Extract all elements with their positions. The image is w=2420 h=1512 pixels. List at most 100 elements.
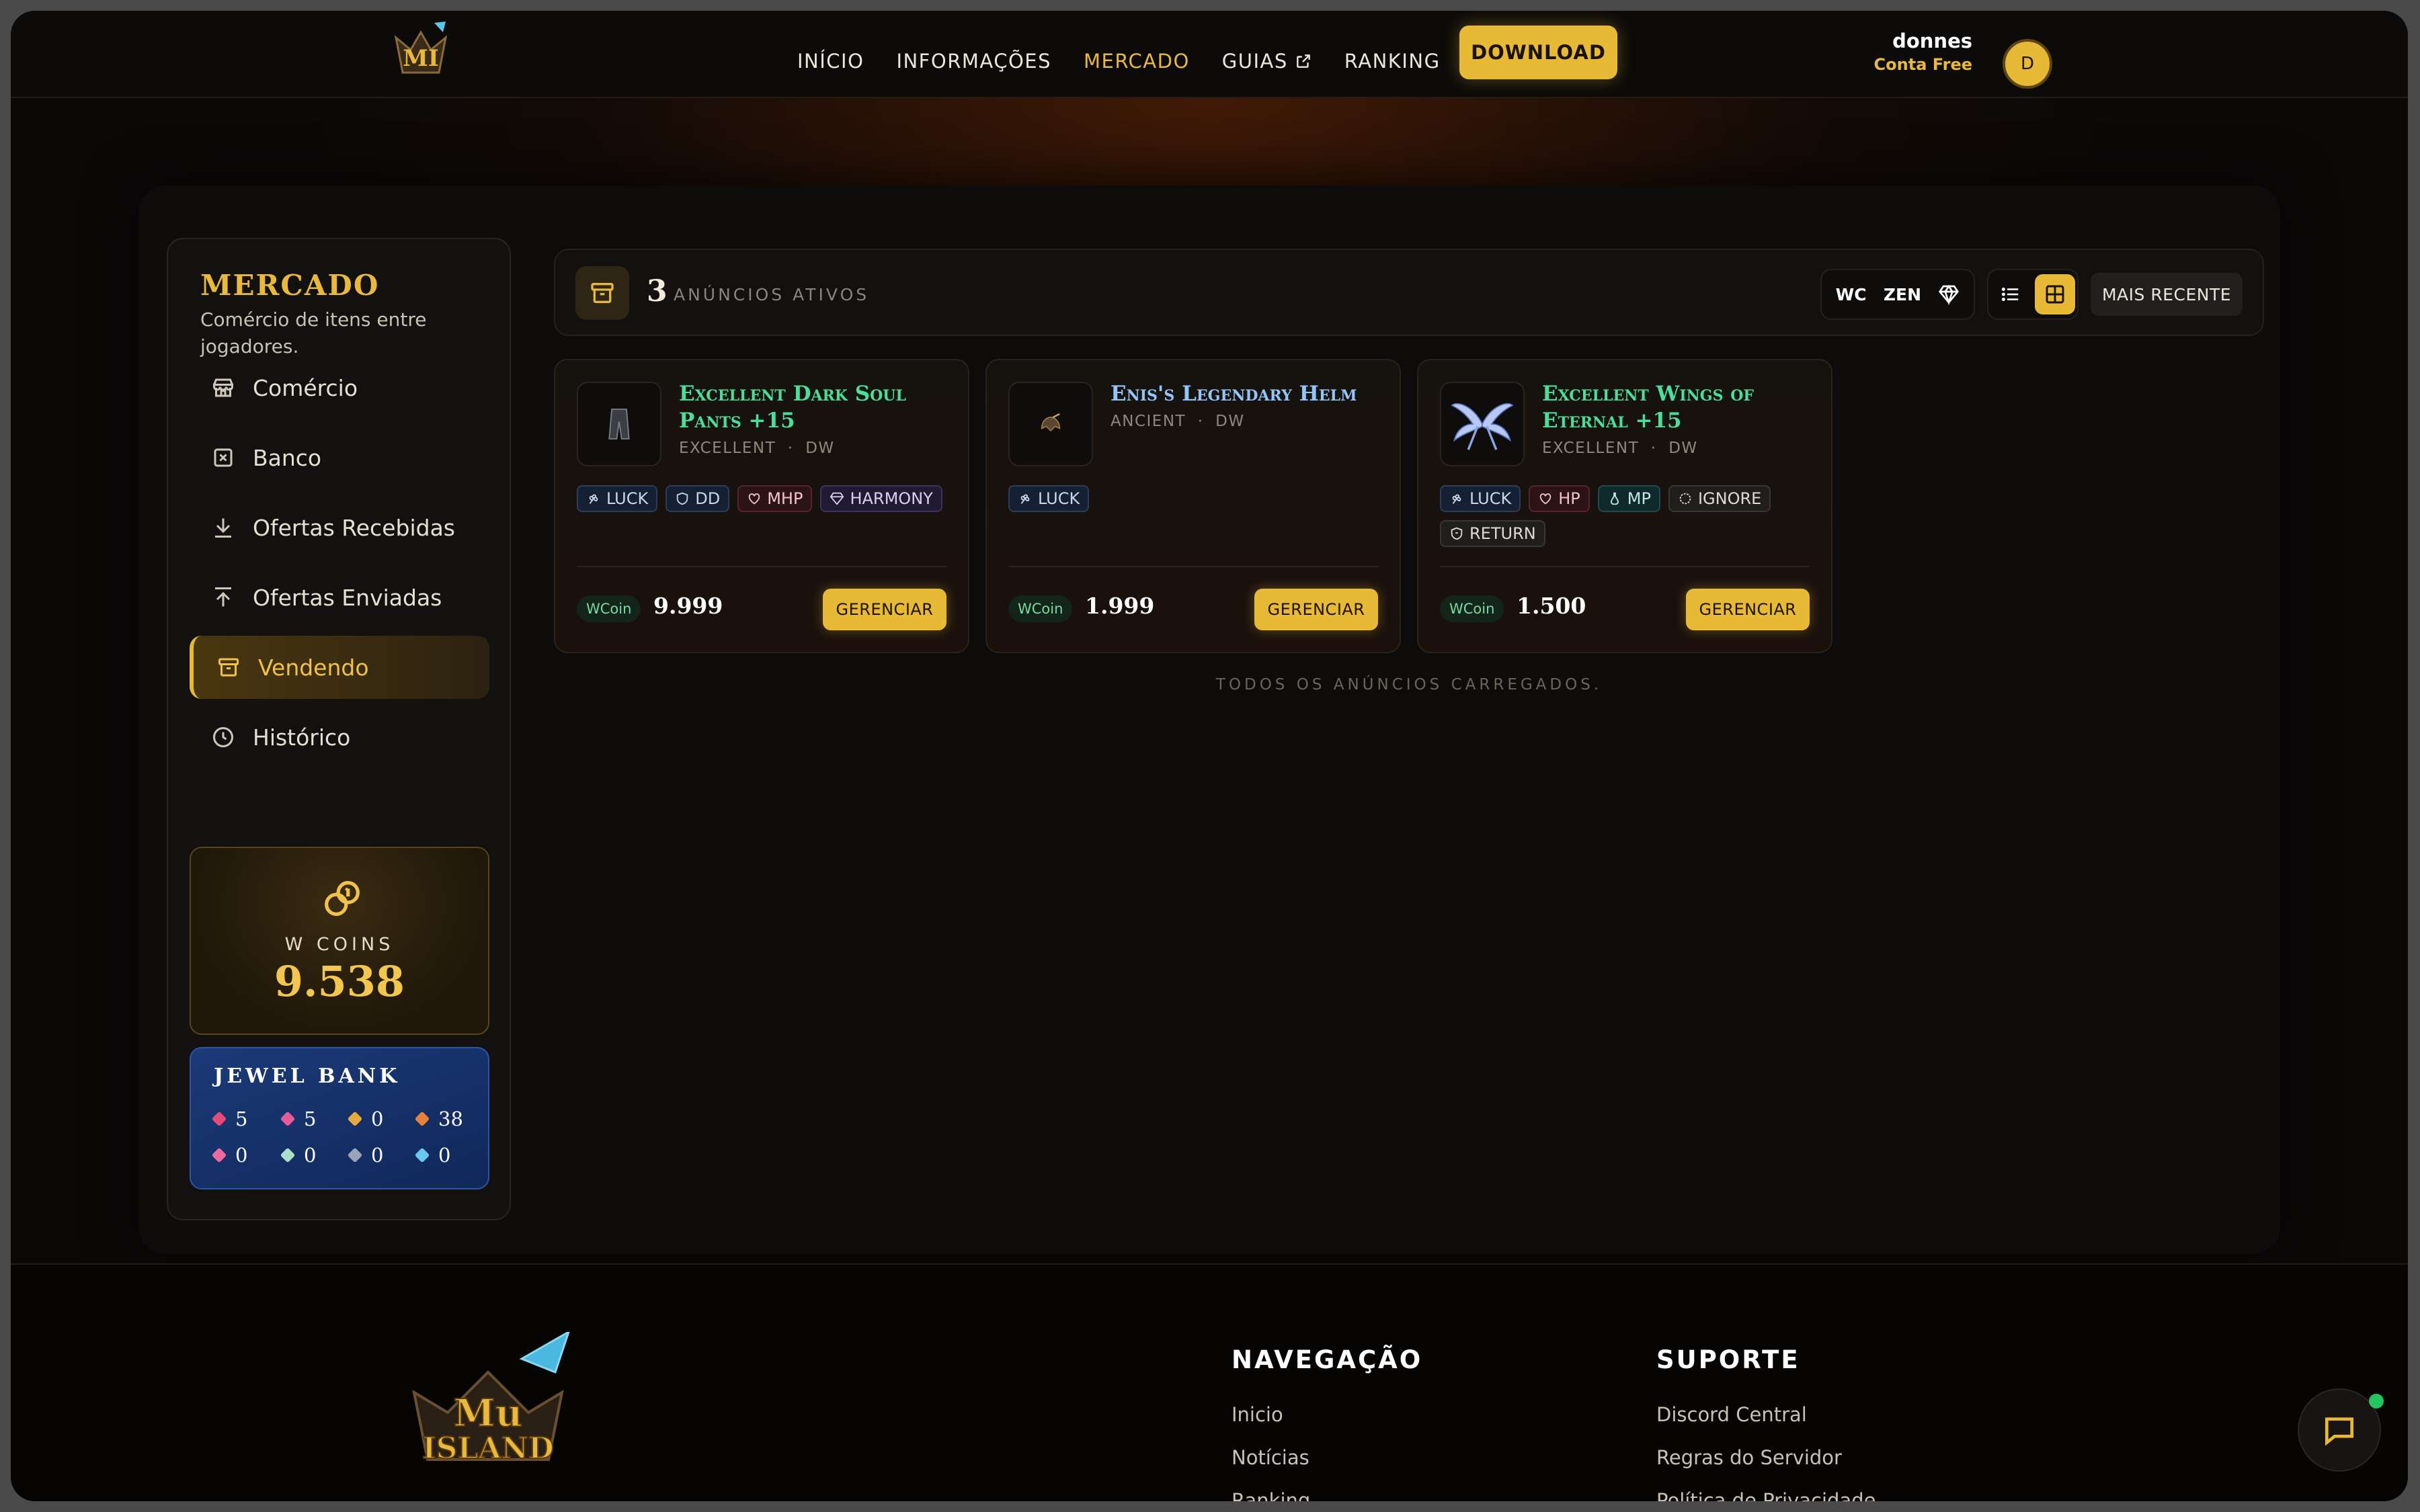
grid-view-button[interactable] (2035, 274, 2075, 314)
listing-card: Enis's Legendary Helm ANCIENT · DW LUCK … (985, 359, 1401, 653)
sidebar-item-comercio[interactable]: Comércio (190, 356, 489, 419)
shield-icon (1451, 527, 1463, 540)
footer-support-title: SUPORTE (1656, 1345, 1800, 1374)
option-tag: IGNORE (1668, 485, 1771, 512)
item-title[interactable]: Enis's Legendary Helm (1111, 380, 1386, 407)
download-button[interactable]: DOWNLOAD (1459, 26, 1617, 79)
option-tag: RETURN (1440, 520, 1545, 547)
jewel-bank-title: JEWEL BANK (214, 1064, 401, 1088)
mu-island-logo[interactable]: Mu ISLAND (387, 1332, 589, 1480)
list-icon (2001, 288, 2019, 301)
footer-link-discord[interactable]: Discord Central (1656, 1403, 1807, 1426)
user-info[interactable]: donnes Conta Free (1874, 30, 1972, 74)
sidebar-item-label: Ofertas Enviadas (253, 584, 442, 611)
download-arrow-icon (215, 518, 231, 538)
item-price: 1.500 (1517, 593, 1586, 619)
sidebar-item-historico[interactable]: Histórico (190, 706, 489, 769)
nav-label: INÍCIO (797, 50, 864, 73)
grid-icon (2046, 285, 2064, 304)
market-sidebar: MERCADO Comércio de itens entre jogadore… (167, 238, 511, 1220)
nav-informacoes[interactable]: INFORMAÇÕES (896, 50, 1051, 73)
jewel-value: 38 (438, 1107, 463, 1130)
active-listings-count: 3 (647, 274, 668, 308)
nav-label: MERCADO (1084, 50, 1190, 73)
tag-label: RETURN (1469, 524, 1536, 543)
jewel-count: 5 (211, 1107, 247, 1130)
jewel-gem-icon (211, 1111, 227, 1127)
jewel-gem-icon (347, 1111, 363, 1127)
currency-wc-button[interactable]: WC (1836, 285, 1867, 304)
currency-zen-button[interactable]: ZEN (1884, 285, 1921, 304)
manage-button[interactable]: GERENCIAR (1686, 589, 1810, 630)
sidebar-item-vendendo[interactable]: Vendendo (190, 636, 489, 699)
nav-label: RANKING (1344, 50, 1441, 73)
svg-text:Mu: Mu (454, 1391, 523, 1435)
currency-badge: WCoin (1008, 595, 1073, 622)
sidebar-item-ofertas-recebidas[interactable]: Ofertas Recebidas (190, 496, 489, 559)
tag-label: IGNORE (1697, 489, 1762, 508)
sidebar-item-ofertas-enviadas[interactable]: Ofertas Enviadas (190, 566, 489, 629)
bank-icon (214, 448, 233, 467)
footer-link-inicio[interactable]: Inicio (1232, 1403, 1283, 1426)
upload-arrow-icon (215, 587, 231, 607)
all-listings-loaded-text: TODOS OS ANÚNCIOS CARREGADOS. (1215, 676, 1603, 694)
tag-label: LUCK (1469, 489, 1512, 508)
avatar[interactable]: D (2003, 39, 2052, 89)
item-type: EXCELLENT (679, 439, 776, 457)
jewel-count: 0 (347, 1107, 384, 1130)
sidebar-item-label: Vendendo (258, 654, 369, 681)
tag-label: HARMONY (850, 489, 933, 508)
nav-guias[interactable]: GUIAS (1222, 50, 1312, 73)
tag-label: MHP (767, 489, 803, 508)
nav-inicio[interactable]: INÍCIO (797, 50, 864, 73)
jewel-value: 0 (371, 1107, 384, 1130)
currency-badge: WCoin (1440, 595, 1504, 622)
option-tag: HARMONY (820, 485, 942, 512)
account-plan: Conta Free (1873, 55, 1972, 74)
option-tag: HP (1529, 485, 1590, 512)
listings-toolbar: 3 ANÚNCIOS ATIVOS WC ZEN MAIS RECENTE (554, 249, 2264, 336)
svg-text:ISLAND: ISLAND (422, 1431, 554, 1466)
currency-badge: WCoin (577, 595, 641, 622)
jewel-count: 38 (414, 1107, 463, 1130)
tag-label: MP (1627, 489, 1651, 508)
item-thumbnail (1008, 382, 1093, 466)
divider (1008, 566, 1378, 567)
jewel-count: 0 (414, 1144, 450, 1167)
heart-icon (1540, 493, 1551, 505)
username: donnes (1892, 30, 1972, 52)
sidebar-subtitle: Comércio de itens entre jogadores. (200, 308, 427, 358)
item-title[interactable]: Excellent Dark Soul Pants +15 (679, 380, 955, 434)
footer-link-regras[interactable]: Regras do Servidor (1656, 1446, 1842, 1469)
tag-label: LUCK (1038, 489, 1080, 508)
sidebar-item-label: Comércio (253, 374, 358, 401)
footer-link-privacidade[interactable]: Política de Privacidade (1656, 1489, 1876, 1501)
main-nav: INÍCIO INFORMAÇÕES MERCADO GUIAS RANKING (797, 34, 1473, 88)
item-meta: EXCELLENT · DW (1542, 439, 1698, 457)
footer-link-ranking[interactable]: Ranking (1232, 1489, 1310, 1501)
jewel-value: 5 (304, 1107, 317, 1130)
sidebar-item-banco[interactable]: Banco (190, 426, 489, 489)
nav-mercado[interactable]: MERCADO (1084, 50, 1190, 73)
option-tag: LUCK (1440, 485, 1521, 512)
luck-icon (1452, 494, 1461, 504)
gem-icon[interactable] (1938, 284, 1960, 305)
footer-link-noticias[interactable]: Notícias (1232, 1446, 1309, 1469)
jewel-count: 0 (347, 1144, 383, 1167)
archive-box-icon (218, 658, 239, 677)
view-toggle (1987, 269, 2079, 320)
sort-dropdown[interactable]: MAIS RECENTE (2091, 273, 2243, 316)
jewel-value: 0 (235, 1144, 248, 1167)
nav-label: INFORMAÇÕES (896, 50, 1051, 73)
item-title[interactable]: Excellent Wings of Eternal +15 (1542, 380, 1818, 434)
mu-island-logo-small[interactable]: MI (384, 17, 458, 88)
tag-label: DD (695, 489, 721, 508)
option-tag: LUCK (577, 485, 658, 512)
item-class: DW (1668, 439, 1698, 457)
manage-button[interactable]: GERENCIAR (1254, 589, 1378, 630)
jewel-bank-card[interactable]: JEWEL BANK 5 5 0 38 0 0 0 0 (190, 1047, 489, 1189)
list-view-button[interactable] (1990, 274, 2031, 314)
nav-ranking[interactable]: RANKING (1344, 50, 1441, 73)
item-class: DW (805, 439, 835, 457)
manage-button[interactable]: GERENCIAR (823, 589, 946, 630)
